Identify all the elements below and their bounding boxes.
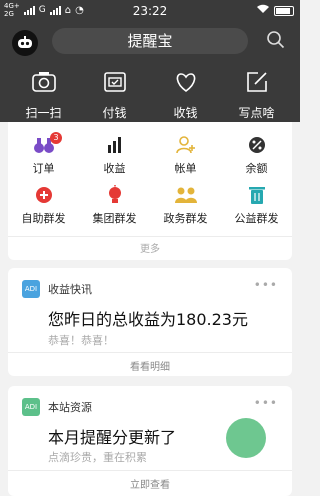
edit-icon <box>219 68 294 96</box>
grid-item-label: 余额 <box>245 162 268 175</box>
quick-action-pay[interactable]: 付钱 <box>77 68 152 121</box>
floating-action-button[interactable] <box>226 418 266 458</box>
bar-chart-icon <box>79 134 150 156</box>
card-tag: ADI <box>22 398 40 416</box>
card-headline: 您昨日的总收益为180.23元 <box>48 310 248 329</box>
group-icon <box>150 184 221 206</box>
grid-item-earnings[interactable]: 收益 <box>79 134 150 176</box>
search-icon[interactable] <box>266 30 286 50</box>
card-tag: ADI <box>22 280 40 298</box>
grid-item-label: 集团群发 <box>92 212 137 225</box>
app-header: 提醒宝 扫一扫 付钱 收钱 写点啥 <box>0 22 300 122</box>
clock: 23:22 <box>132 4 168 18</box>
battery-icon <box>274 5 294 16</box>
view-now-link[interactable]: 立即查看 <box>8 476 292 491</box>
status-bar: 4G+ 2G G ⌂ ◔ 23:22 <box>0 0 300 22</box>
binoculars-icon: 3 <box>8 132 79 156</box>
more-options-icon[interactable]: ••• <box>254 396 278 410</box>
quick-action-collect[interactable]: 收钱 <box>148 68 223 121</box>
grid-item-charity-broadcast[interactable]: 公益群发 <box>221 184 292 226</box>
card-title: 本站资源 <box>48 401 92 414</box>
plus-circle-icon <box>8 184 79 206</box>
card-subline: 点滴珍贵，重在积累 <box>48 451 147 464</box>
grid-item-orders[interactable]: 3 订单 <box>8 132 79 176</box>
quick-action-label: 收钱 <box>173 106 198 120</box>
quick-action-write[interactable]: 写点啥 <box>219 68 294 121</box>
divider <box>8 352 292 353</box>
bulb-icon <box>79 184 150 206</box>
quick-action-label: 付钱 <box>102 106 127 120</box>
quick-action-label: 写点啥 <box>238 106 275 120</box>
earnings-news-card[interactable]: ADI 收益快讯 ••• 您昨日的总收益为180.23元 恭喜！恭喜！ 看看明细 <box>8 268 292 376</box>
search-bar[interactable]: 提醒宝 <box>52 28 248 54</box>
grid-item-self-broadcast[interactable]: 自助群发 <box>8 184 79 226</box>
view-details-link[interactable]: 看看明细 <box>8 358 292 373</box>
grid-item-label: 政务群发 <box>163 212 208 225</box>
divider <box>8 470 292 471</box>
person-add-icon <box>150 134 221 156</box>
divider <box>8 236 292 237</box>
quick-action-scan[interactable]: 扫一扫 <box>6 68 81 121</box>
system-indicators <box>256 4 294 17</box>
pay-icon <box>77 68 152 96</box>
grid-item-group-broadcast[interactable]: 集团群发 <box>79 184 150 226</box>
grid-item-label: 订单 <box>32 162 55 175</box>
grid-item-label: 公益群发 <box>234 212 279 225</box>
grid-item-label: 帐单 <box>174 162 197 175</box>
heart-icon <box>148 68 223 96</box>
card-title: 收益快讯 <box>48 283 92 296</box>
grid-item-gov-broadcast[interactable]: 政务群发 <box>150 184 221 226</box>
quick-action-label: 扫一扫 <box>25 106 62 120</box>
grid-item-label: 收益 <box>103 162 126 175</box>
more-options-icon[interactable]: ••• <box>254 278 278 292</box>
grid-item-bills[interactable]: 帐单 <box>150 134 221 176</box>
card-headline: 本月提醒分更新了 <box>48 428 177 447</box>
wifi-icon <box>256 4 270 17</box>
percent-icon <box>221 134 292 156</box>
function-grid: 3 订单 收益 帐单 余额 自助群发 集团群发 政务群发 公益群发 更多 <box>8 122 292 260</box>
robot-icon <box>18 36 32 48</box>
trash-icon <box>221 184 292 206</box>
grid-item-label: 自助群发 <box>21 212 66 225</box>
more-link[interactable]: 更多 <box>8 240 292 255</box>
avatar[interactable] <box>12 30 38 56</box>
scan-icon <box>6 68 81 96</box>
grid-item-balance[interactable]: 余额 <box>221 134 292 176</box>
card-subline: 恭喜！恭喜！ <box>48 334 114 347</box>
badge-count: 3 <box>50 132 62 144</box>
